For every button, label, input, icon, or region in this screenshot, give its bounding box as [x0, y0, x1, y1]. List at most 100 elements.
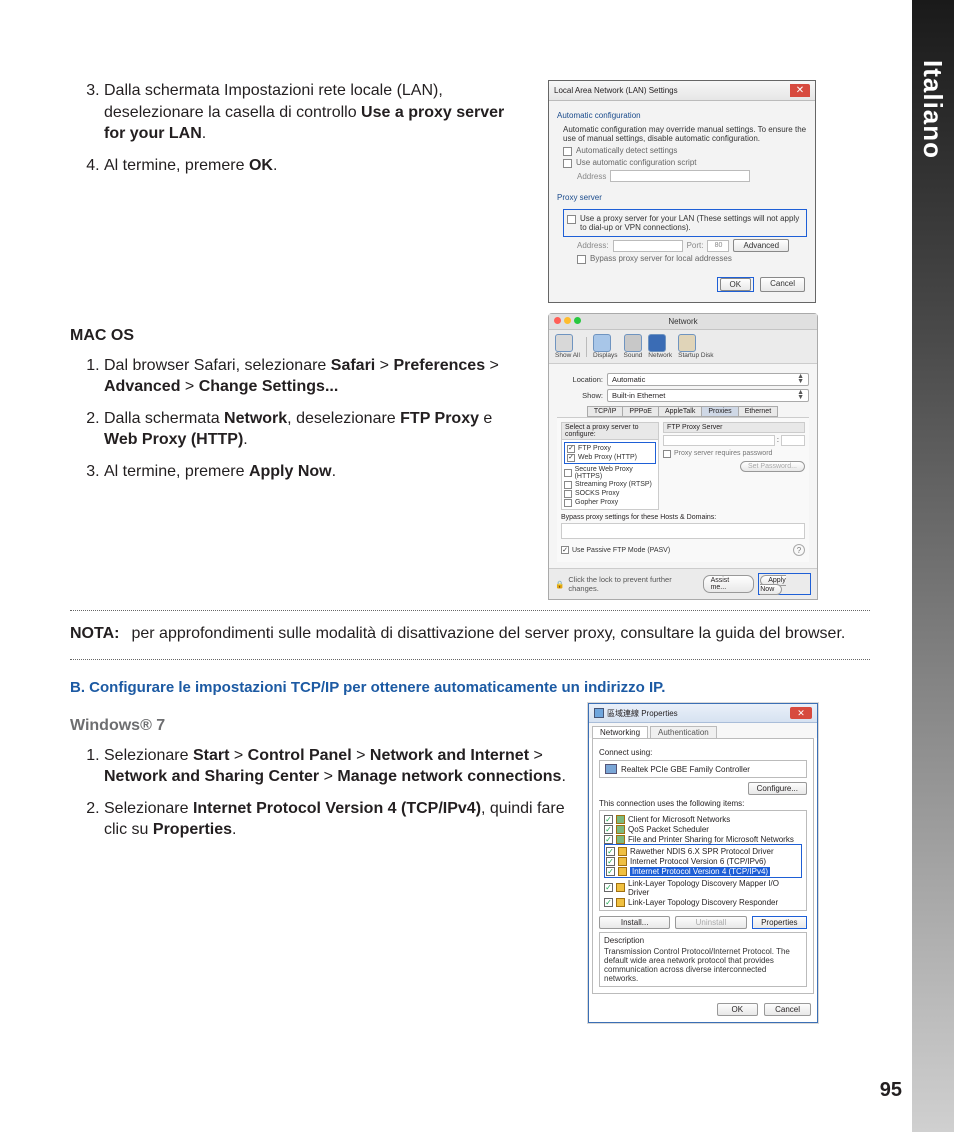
checkbox-icon[interactable]	[564, 499, 572, 507]
checkbox-icon[interactable]	[564, 481, 572, 489]
lbl: Rawether NDIS 6.X SPR Protocol Driver	[630, 847, 774, 856]
win7-step-1: Selezionare Start > Control Panel > Netw…	[104, 745, 570, 788]
checkbox-icon[interactable]	[663, 450, 671, 458]
proxy-split: Select a proxy server to configure: FTP …	[561, 422, 805, 510]
checkbox-icon[interactable]	[604, 883, 613, 892]
lan-step-3: Dalla schermata Impostazioni rete locale…	[104, 80, 530, 145]
configure-row: Configure...	[599, 782, 807, 795]
pasv-checkbox[interactable]: Use Passive FTP Mode (PASV)	[561, 546, 670, 555]
proxy-rtsp[interactable]: Streaming Proxy (RTSP)	[564, 480, 656, 489]
checkbox-icon[interactable]	[564, 490, 572, 498]
lbl: Streaming Proxy (RTSP)	[575, 481, 652, 488]
showall-button[interactable]: Show All	[555, 334, 580, 359]
proxy-port-input[interactable]: 80	[707, 240, 729, 252]
chk-auto-detect[interactable]: Automatically detect settings	[563, 146, 807, 156]
close-icon[interactable]: ✕	[790, 84, 810, 97]
sound-pref[interactable]: Sound	[624, 334, 643, 359]
tab-pppoe[interactable]: PPPoE	[622, 406, 659, 417]
show-select[interactable]: Built-in Ethernet▲▼	[607, 389, 809, 402]
proxy-address-input[interactable]	[613, 240, 683, 252]
auto-box: Automatic configuration may override man…	[557, 122, 807, 189]
chk-bypass-local[interactable]: Bypass proxy server for local addresses	[577, 254, 807, 264]
chk-auto-script[interactable]: Use automatic configuration script	[563, 158, 807, 168]
row-lan: Dalla schermata Impostazioni rete locale…	[70, 80, 870, 303]
set-password-button[interactable]: Set Password...	[740, 461, 805, 472]
configure-button[interactable]: Configure...	[748, 782, 807, 795]
b: Network and Sharing Center	[104, 768, 319, 785]
checkbox-icon[interactable]	[604, 815, 613, 824]
tab-authentication[interactable]: Authentication	[650, 726, 717, 738]
checkbox-icon[interactable]	[604, 898, 613, 907]
item-lltd-mapper[interactable]: Link-Layer Topology Discovery Mapper I/O…	[604, 878, 802, 897]
checkbox-icon[interactable]	[561, 546, 569, 554]
tab-networking[interactable]: Networking	[592, 726, 648, 738]
ok-button[interactable]: OK	[720, 278, 752, 291]
checkbox-icon[interactable]	[577, 255, 586, 264]
proxy-socks[interactable]: SOCKS Proxy	[564, 489, 656, 498]
tab-appletalk[interactable]: AppleTalk	[658, 406, 702, 417]
assist-button[interactable]: Assist me...	[703, 575, 755, 593]
checkbox-icon[interactable]	[563, 147, 572, 156]
tab-tcpip[interactable]: TCP/IP	[587, 406, 624, 417]
checkbox-icon[interactable]	[567, 215, 576, 224]
item-rawether[interactable]: Rawether NDIS 6.X SPR Protocol Driver	[606, 846, 800, 856]
item-fileshare[interactable]: File and Printer Sharing for Microsoft N…	[604, 834, 802, 844]
chk-use-proxy[interactable]: Use a proxy server for your LAN (These s…	[567, 214, 803, 232]
t: e	[479, 410, 492, 427]
checkbox-icon[interactable]	[567, 454, 575, 462]
mac-step-2: Dalla schermata Network, deselezionare F…	[104, 408, 530, 451]
nic-properties-dialog: 區域連線 Properties ✕ Networking Authenticat…	[588, 703, 818, 1023]
ok-button[interactable]: OK	[717, 1003, 759, 1016]
proxy-list: FTP Proxy Web Proxy (HTTP) Secure Web Pr…	[561, 440, 659, 510]
proxy-ftp[interactable]: FTP Proxy	[567, 444, 653, 453]
checkbox-icon[interactable]	[604, 825, 613, 834]
protocol-icon	[618, 857, 627, 866]
b: Change Settings...	[199, 378, 339, 395]
component-icon	[616, 815, 625, 824]
checkbox-icon[interactable]	[606, 867, 615, 876]
lbl: Port:	[687, 241, 704, 250]
install-button[interactable]: Install...	[599, 916, 670, 929]
help-icon[interactable]: ?	[793, 544, 805, 556]
checkbox-icon[interactable]	[604, 835, 613, 844]
startup-pref[interactable]: Startup Disk	[678, 334, 713, 359]
checkbox-icon[interactable]	[567, 445, 575, 453]
advanced-button[interactable]: Advanced	[733, 239, 789, 252]
checkbox-icon[interactable]	[563, 159, 572, 168]
proxy-port-input[interactable]	[781, 435, 805, 446]
tab-ethernet[interactable]: Ethernet	[738, 406, 778, 417]
cancel-button[interactable]: Cancel	[764, 1003, 811, 1016]
item-client[interactable]: Client for Microsoft Networks	[604, 814, 802, 824]
lbl: Proxy server requires password	[674, 450, 772, 457]
b: Control Panel	[248, 747, 352, 764]
uninstall-button[interactable]: Uninstall	[675, 916, 746, 929]
item-ipv6[interactable]: Internet Protocol Version 6 (TCP/IPv6)	[606, 856, 800, 866]
checkbox-icon[interactable]	[606, 857, 615, 866]
lock-row[interactable]: 🔒 Click the lock to prevent further chan…	[555, 575, 703, 593]
network-pref[interactable]: Network	[648, 334, 672, 359]
item-lltd-responder[interactable]: Link-Layer Topology Discovery Responder	[604, 897, 802, 907]
displays-pref[interactable]: Displays	[593, 334, 618, 359]
traffic-light-icons[interactable]	[554, 317, 584, 326]
updown-icon: ▲▼	[797, 375, 804, 383]
req-password[interactable]: Proxy server requires password	[663, 449, 805, 458]
bypass-hosts-input[interactable]	[561, 523, 805, 539]
lbl: Use automatic configuration script	[576, 158, 697, 167]
lbl: FTP Proxy	[578, 445, 611, 452]
address-input[interactable]	[610, 170, 750, 182]
proxy-https[interactable]: Secure Web Proxy (HTTPS)	[564, 465, 656, 480]
apply-now-button[interactable]: Apply Now	[760, 575, 786, 595]
item-ipv4[interactable]: Internet Protocol Version 4 (TCP/IPv4)	[606, 866, 800, 876]
item-qos[interactable]: QoS Packet Scheduler	[604, 824, 802, 834]
proxy-host-input[interactable]	[663, 435, 775, 446]
tab-proxies[interactable]: Proxies	[701, 406, 738, 417]
proxy-gopher[interactable]: Gopher Proxy	[564, 498, 656, 507]
checkbox-icon[interactable]	[564, 469, 572, 477]
proxy-http[interactable]: Web Proxy (HTTP)	[567, 453, 653, 462]
close-icon[interactable]: ✕	[790, 707, 812, 719]
cancel-button[interactable]: Cancel	[760, 277, 805, 292]
checkbox-icon[interactable]	[606, 847, 615, 856]
properties-button[interactable]: Properties	[753, 917, 806, 928]
t: Dal browser Safari, selezionare	[104, 357, 331, 374]
location-select[interactable]: Automatic▲▼	[607, 373, 809, 386]
